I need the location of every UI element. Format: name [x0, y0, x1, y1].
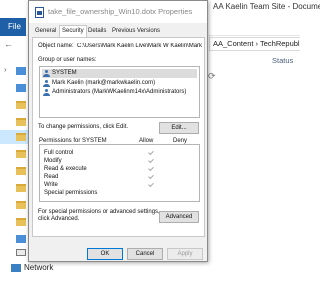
- folder-icon[interactable]: [16, 118, 26, 126]
- status-column-header[interactable]: Status: [272, 56, 293, 65]
- user-list-item[interactable]: SYSTEM: [42, 69, 197, 78]
- word-document-icon: [35, 7, 44, 18]
- permission-row: Write: [44, 181, 199, 189]
- dialog-titlebar[interactable]: take_file_ownership_Win10.dotx Propertie…: [29, 1, 207, 23]
- folder-icon[interactable]: [16, 133, 26, 141]
- group-user-names-label: Group or user names:: [38, 57, 97, 63]
- advanced-settings-text-line1: For special permissions or advanced sett…: [38, 209, 160, 215]
- folder-icon[interactable]: [16, 167, 26, 175]
- permission-name: Modify: [44, 158, 62, 164]
- user-group-icon: [43, 89, 50, 96]
- dialog-title: take_file_ownership_Win10.dotx Propertie…: [48, 7, 193, 16]
- allow-check-icon: [148, 157, 155, 164]
- change-permissions-text: To change permissions, click Edit.: [38, 124, 129, 130]
- allow-check-icon: [148, 181, 155, 188]
- permission-row: Modify: [44, 157, 199, 165]
- network-icon[interactable]: [11, 264, 21, 272]
- user-list-item[interactable]: Administrators (MarkWKaelinm14x\Administ…: [42, 88, 197, 97]
- advanced-button[interactable]: Advanced: [159, 211, 199, 223]
- downloads-icon[interactable]: [16, 84, 26, 92]
- allow-check-icon: [148, 173, 155, 180]
- user-group-icon: [43, 70, 50, 77]
- quick-access-icon[interactable]: [16, 67, 26, 75]
- sidebar-item-network[interactable]: Network: [24, 263, 53, 272]
- user-name: SYSTEM: [52, 70, 77, 76]
- user-icon: [43, 80, 50, 87]
- permission-name: Read & execute: [44, 166, 87, 172]
- folder-icon[interactable]: [16, 218, 26, 226]
- user-name: Mark Kaelin (mark@markwkaelin.com): [52, 80, 156, 86]
- allow-check-icon: [148, 165, 155, 172]
- permission-row: Read: [44, 173, 199, 181]
- folder-icon[interactable]: [16, 150, 26, 158]
- permission-row: Read & execute: [44, 165, 199, 173]
- cancel-button[interactable]: Cancel: [127, 248, 163, 260]
- user-list-item[interactable]: Mark Kaelin (mark@markwkaelin.com): [42, 79, 197, 88]
- permission-name: Write: [44, 182, 58, 188]
- folder-icon[interactable]: [16, 184, 26, 192]
- explorer-window-title: AA Kaelin Team Site - Documents: [213, 2, 320, 11]
- this-pc-icon[interactable]: [16, 249, 26, 256]
- security-tab-panel: Object name: C:\Users\Mark Kaelin Live\M…: [32, 37, 205, 237]
- users-listbox[interactable]: SYSTEM Mark Kaelin (mark@markwkaelin.com…: [39, 66, 200, 118]
- folder-icon[interactable]: [16, 101, 26, 109]
- permissions-list[interactable]: Full control Modify Read & execute Read …: [39, 144, 200, 202]
- expand-arrow-icon[interactable]: ›: [4, 65, 7, 74]
- permission-row: Full control: [44, 149, 199, 157]
- permission-name: Read: [44, 174, 59, 180]
- folder-icon[interactable]: [16, 201, 26, 209]
- cloud-folder-icon[interactable]: [16, 235, 26, 243]
- user-name: Administrators (MarkWKaelinm14x\Administ…: [52, 89, 187, 95]
- ok-button[interactable]: OK: [87, 248, 123, 260]
- edit-button[interactable]: Edit...: [159, 122, 199, 134]
- apply-button[interactable]: Apply: [167, 248, 203, 260]
- tab-general[interactable]: General: [33, 26, 58, 37]
- object-name-value: C:\Users\Mark Kaelin Live\Mark W Kaelin\…: [77, 43, 203, 49]
- back-arrow-icon[interactable]: ←: [4, 39, 13, 49]
- tab-previous-versions[interactable]: Previous Versions: [110, 26, 162, 37]
- permission-row: Special permissions: [44, 189, 199, 197]
- file-tab[interactable]: File: [0, 18, 26, 36]
- advanced-settings-text-line2: click Advanced.: [38, 216, 80, 222]
- properties-dialog: take_file_ownership_Win10.dotx Propertie…: [28, 0, 208, 262]
- permission-name: Full control: [44, 150, 74, 156]
- tab-details[interactable]: Details: [86, 26, 108, 37]
- object-name-label: Object name:: [38, 43, 74, 49]
- allow-check-icon: [148, 149, 155, 156]
- permission-name: Special permissions: [44, 190, 98, 196]
- address-bar[interactable]: AA_Content › TechRepublic: [209, 37, 300, 51]
- sync-status-icon: ⟳: [208, 71, 216, 81]
